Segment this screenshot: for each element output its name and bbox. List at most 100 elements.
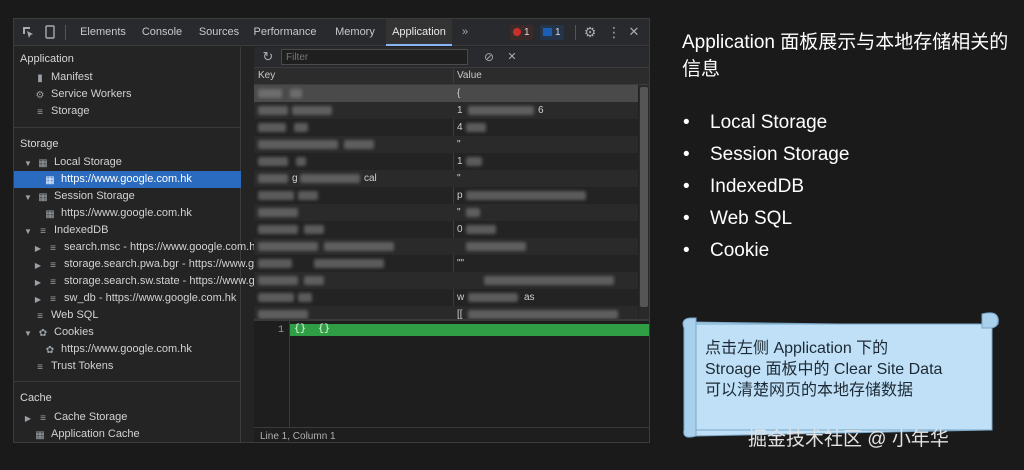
devtools-window: Elements Console Sources Performance Mem… <box>13 18 650 443</box>
settings-gear-icon[interactable]: ⚙ <box>583 25 597 39</box>
tab-console[interactable]: Console <box>134 19 190 46</box>
chevron-right-icon: ▶ <box>34 261 42 270</box>
table-row[interactable]: { <box>254 85 638 102</box>
chevron-right-icon: ▶ <box>24 414 32 423</box>
grid-icon: ▦ <box>38 158 48 169</box>
sidebar-item-session-storage-origin[interactable]: ▦ https://www.google.com.hk <box>44 205 192 222</box>
sidebar-item-indexeddb-db[interactable]: ▶ ≡ search.msc - https://www.google.com.h <box>34 239 255 256</box>
chevron-right-icon: ▶ <box>34 295 42 304</box>
sidebar-item-indexeddb-db[interactable]: ▶ ≡ storage.search.sw.state - https://www.… <box>34 273 255 290</box>
table-row[interactable]: [[ <box>254 306 638 320</box>
clear-icon[interactable]: ⊘ <box>482 50 496 64</box>
more-tabs-button[interactable]: » <box>458 19 472 46</box>
table-row[interactable]: 0 <box>254 221 638 238</box>
database-icon: ≡ <box>50 277 56 288</box>
grid-icon: ▦ <box>38 192 48 203</box>
sidebar-item-cookies-origin[interactable]: ✿ https://www.google.com.hk <box>44 341 192 358</box>
note-text: 点击左侧 Application 下的 Stroage 面板中的 Clear S… <box>705 340 943 399</box>
scroll-note-callout: 点击左侧 Application 下的 Stroage 面板中的 Clear S… <box>680 310 1010 440</box>
value-preview-pane: 1 {} {} Line 1, Column 1 <box>254 319 649 442</box>
cookie-icon: ✿ <box>38 328 48 339</box>
table-row[interactable]: 4 <box>254 119 638 136</box>
bullet-item: • Session Storage <box>683 144 850 165</box>
table-row[interactable] <box>254 238 638 255</box>
divider <box>14 381 241 382</box>
table-row[interactable]: 1 <box>254 153 638 170</box>
cookie-icon: ✿ <box>45 345 55 356</box>
close-icon[interactable]: ✕ <box>627 25 641 39</box>
database-icon: ≡ <box>50 294 56 305</box>
chevron-down-icon: ▼ <box>24 227 32 236</box>
sidebar-item-local-storage-origin[interactable]: ▦ https://www.google.com.hk <box>14 171 241 188</box>
sidebar-item-indexeddb-db[interactable]: ▶ ≡ sw_db - https://www.google.com.hk <box>34 290 237 307</box>
table-row[interactable]: p <box>254 187 638 204</box>
storage-main-panel: ↻ ⊘ ✕ Key Value { 16 <box>254 47 649 442</box>
message-count: 1 <box>555 27 561 38</box>
refresh-icon[interactable]: ↻ <box>261 50 275 64</box>
section-header-application: Application <box>20 53 74 65</box>
scrollbar-thumb[interactable] <box>640 87 648 307</box>
database-icon: ≡ <box>40 226 46 237</box>
table-row[interactable] <box>254 272 638 289</box>
section-header-storage: Storage <box>20 138 59 150</box>
database-icon: ≡ <box>40 413 46 424</box>
grid-icon: ▦ <box>45 209 55 220</box>
grid-icon: ▦ <box>45 175 55 186</box>
table-row[interactable]: g cal " <box>254 170 638 187</box>
inspect-icon[interactable] <box>21 25 35 39</box>
sidebar-item-cookies[interactable]: ▼ ✿ Cookies <box>24 324 94 341</box>
sidebar-item-application-cache[interactable]: ▦ Application Cache <box>34 426 139 442</box>
tab-application[interactable]: Application <box>386 19 452 46</box>
slide-title: Application 面板展示与本地存储相关的信息 <box>682 32 1009 80</box>
cursor-position-status: Line 1, Column 1 <box>254 427 649 442</box>
sidebar-item-service-workers[interactable]: ⚙ Service Workers <box>34 86 132 103</box>
table-row[interactable]: 16 <box>254 102 638 119</box>
table-row[interactable]: " <box>254 204 638 221</box>
database-icon: ≡ <box>37 311 43 322</box>
application-sidebar: Application ▮ Manifest ⚙ Service Workers ≡… <box>14 47 255 442</box>
bullet-item: • Cookie <box>683 240 770 261</box>
chevron-right-icon: ▶ <box>34 278 42 287</box>
column-header-key[interactable]: Key <box>258 70 275 81</box>
sidebar-item-indexeddb[interactable]: ▼ ≡ IndexedDB <box>24 222 108 239</box>
tab-sources[interactable]: Sources <box>192 19 246 46</box>
watermark: 掘金技术社区 @ 小年华 <box>748 429 949 450</box>
sidebar-item-indexeddb-db[interactable]: ▶ ≡ storage.search.pwa.bgr - https://www.g <box>34 256 254 273</box>
sidebar-item-cache-storage[interactable]: ▶ ≡ Cache Storage <box>24 409 127 426</box>
delete-selected-icon[interactable]: ✕ <box>505 50 519 64</box>
filter-input[interactable] <box>281 49 468 65</box>
table-row[interactable]: " <box>254 136 638 153</box>
message-icon <box>543 28 552 36</box>
slide: Elements Console Sources Performance Mem… <box>0 0 1024 470</box>
chevron-right-icon: ▶ <box>34 244 42 253</box>
sidebar-item-manifest[interactable]: ▮ Manifest <box>34 69 92 86</box>
line-number: 1 <box>278 325 285 336</box>
kebab-menu-icon[interactable]: ⋮ <box>607 25 621 39</box>
table-scrollbar[interactable] <box>639 85 649 319</box>
sidebar-item-trust-tokens[interactable]: ≡ Trust Tokens <box>34 358 113 375</box>
storage-filter-bar: ↻ ⊘ ✕ <box>254 47 649 68</box>
file-icon: ▮ <box>37 73 43 84</box>
tab-memory[interactable]: Memory <box>326 19 384 46</box>
sidebar-item-storage[interactable]: ≡ Storage <box>34 103 89 120</box>
error-badge[interactable]: 1 <box>510 25 533 40</box>
grid-icon: ▦ <box>35 430 45 441</box>
bullet-item: • Web SQL <box>683 208 793 229</box>
column-header-value[interactable]: Value <box>457 70 482 81</box>
sidebar-item-web-sql[interactable]: ≡ Web SQL <box>34 307 98 324</box>
table-row[interactable]: "" <box>254 255 638 272</box>
table-header: Key Value <box>254 68 649 85</box>
tab-performance[interactable]: Performance <box>248 19 322 46</box>
sidebar-item-session-storage[interactable]: ▼ ▦ Session Storage <box>24 188 135 205</box>
message-badge[interactable]: 1 <box>540 25 564 40</box>
bullet-item: • IndexedDB <box>683 176 805 197</box>
chevron-down-icon: ▼ <box>24 329 32 338</box>
database-icon: ≡ <box>50 243 56 254</box>
tab-elements[interactable]: Elements <box>74 19 132 46</box>
database-icon: ≡ <box>37 362 43 373</box>
sidebar-item-local-storage[interactable]: ▼ ▦ Local Storage <box>24 154 122 171</box>
device-toggle-icon[interactable] <box>43 25 57 39</box>
table-row[interactable]: w as <box>254 289 638 306</box>
gear-icon: ⚙ <box>35 90 45 101</box>
error-count: 1 <box>524 27 530 38</box>
